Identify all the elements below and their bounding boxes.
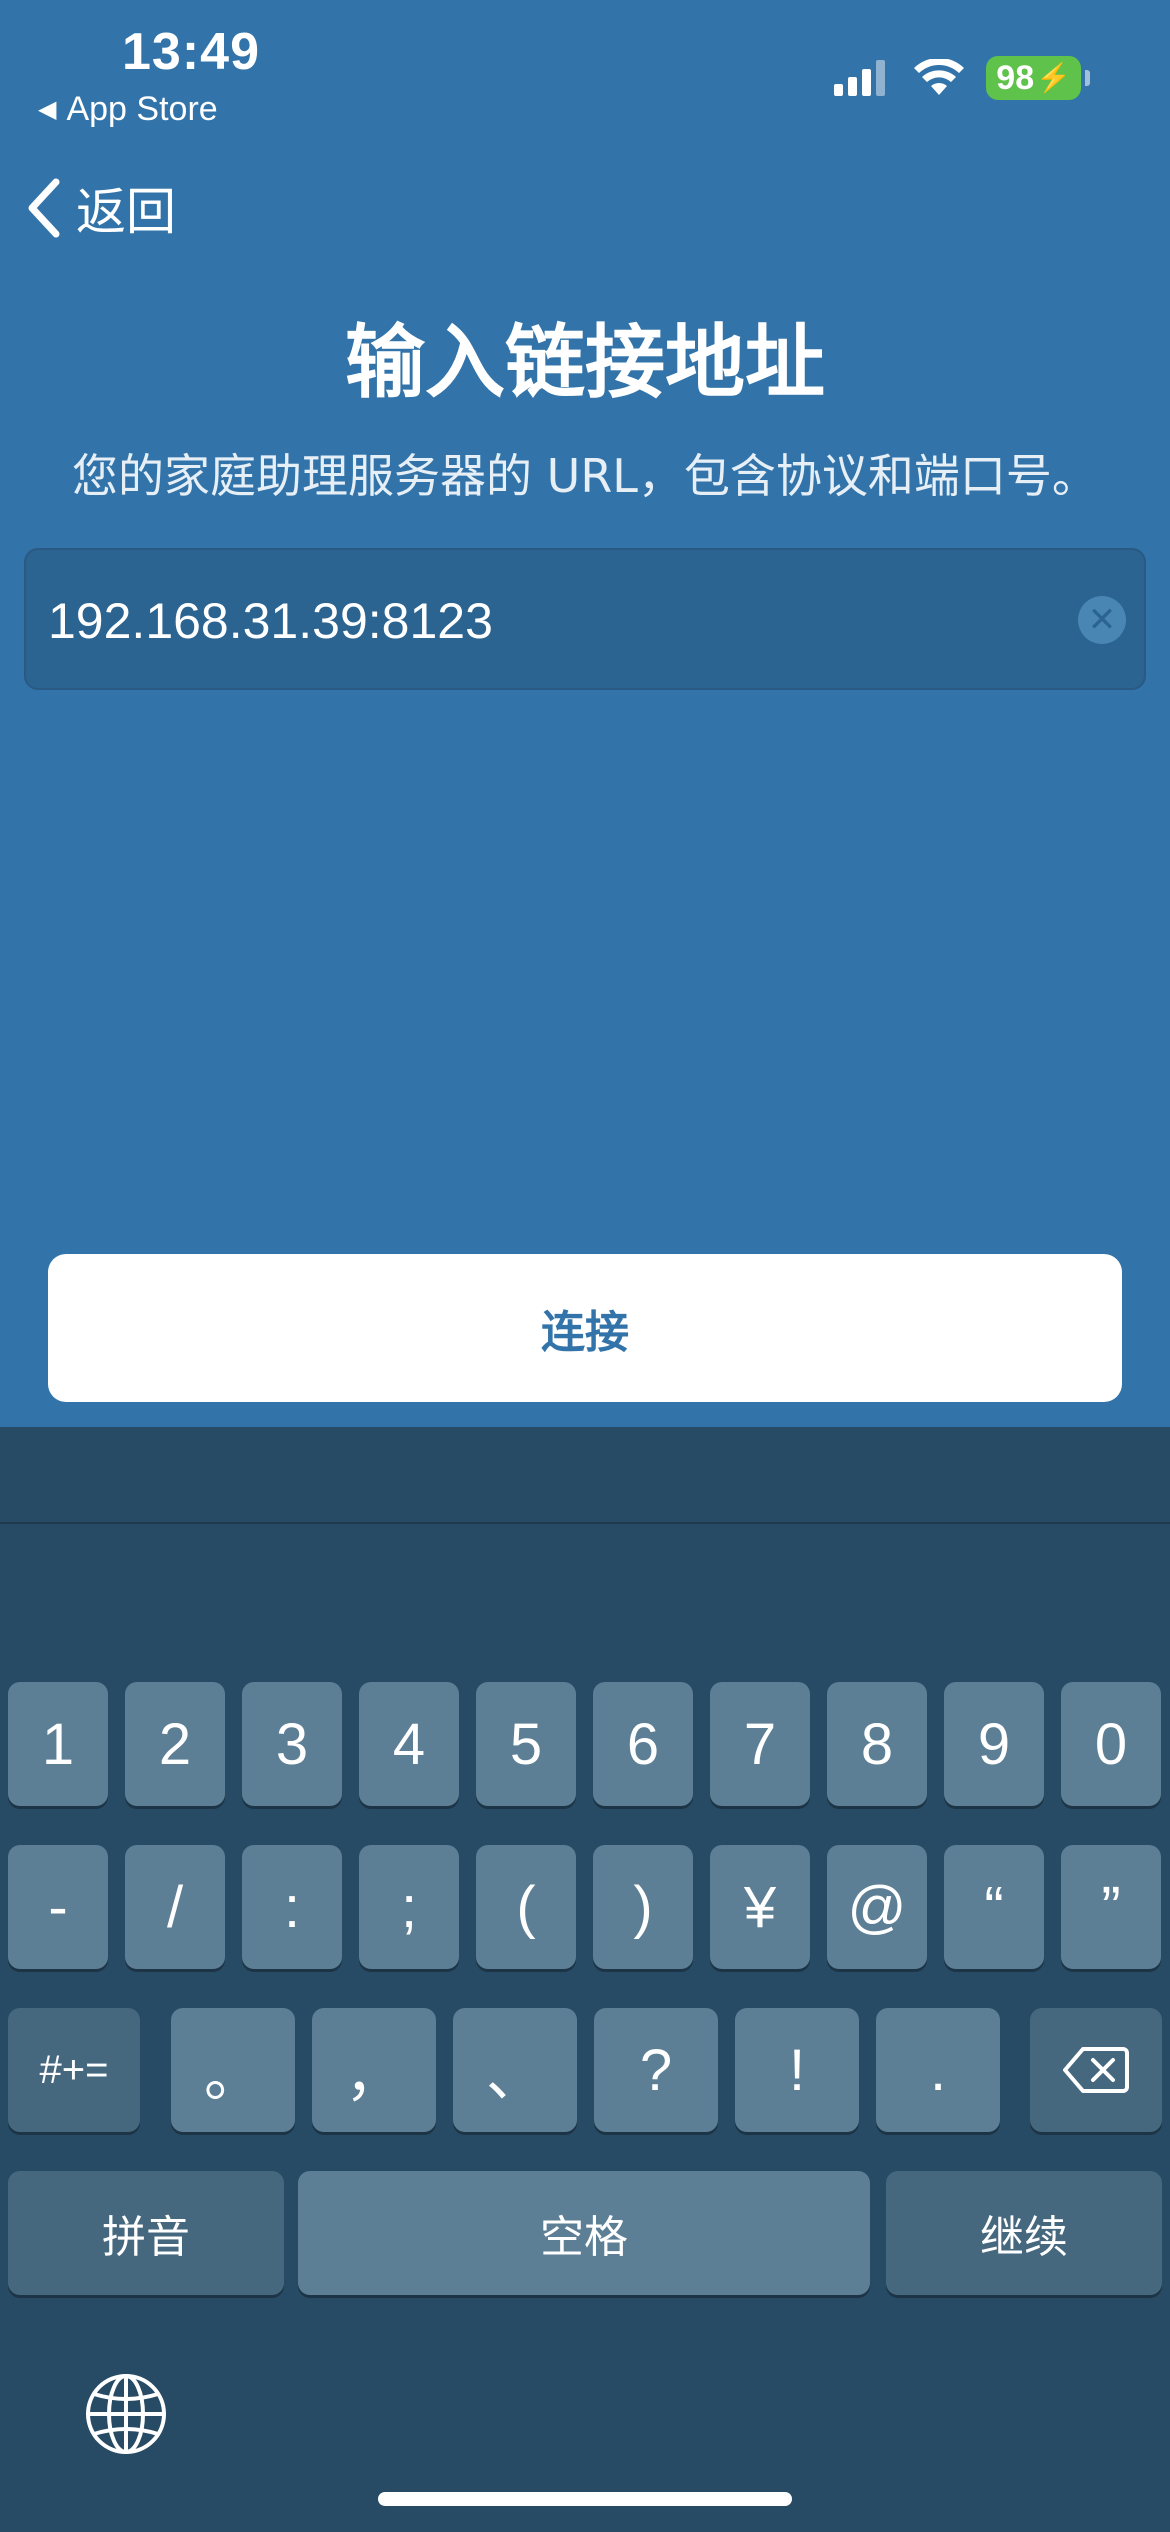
key-4[interactable]: 4	[359, 1682, 459, 1806]
battery-level: 98 ⚡	[986, 56, 1081, 100]
key-close-quote[interactable]: ”	[1061, 1845, 1161, 1969]
key-label: 2	[158, 1711, 192, 1777]
keyboard-divider	[0, 1522, 1170, 1524]
key-label: -	[48, 1874, 68, 1940]
close-icon: ✕	[1087, 600, 1117, 640]
app-screen: 13:49 ◀ App Store 98 ⚡ 返回 输入链接地址 您的家庭助理服…	[0, 0, 1170, 1427]
key-2[interactable]: 2	[125, 1682, 225, 1806]
charging-bolt-icon: ⚡	[1036, 62, 1071, 93]
key-semicolon[interactable]: ;	[359, 1845, 459, 1969]
status-indicators: 98 ⚡	[834, 56, 1090, 100]
key-label: ¥	[743, 1874, 777, 1940]
key-0[interactable]: 0	[1061, 1682, 1161, 1806]
key-label: 空格	[540, 2213, 628, 2262]
delete-key[interactable]	[1030, 2008, 1162, 2132]
key-at[interactable]: @	[827, 1845, 927, 1969]
url-input-value: 192.168.31.39:8123	[48, 593, 493, 649]
status-time: 13:49	[122, 23, 260, 81]
globe-icon[interactable]	[84, 2372, 168, 2456]
key-label: 拼音	[102, 2213, 190, 2262]
continue-key[interactable]: 继续	[886, 2171, 1162, 2295]
connect-button[interactable]: 连接	[48, 1254, 1122, 1402]
key-period-cjk[interactable]: 。	[171, 2008, 295, 2132]
key-open-paren[interactable]: (	[476, 1845, 576, 1969]
key-label: #+=	[39, 2047, 109, 2092]
key-hyphen[interactable]: -	[8, 1845, 108, 1969]
status-back-to-app[interactable]: ◀ App Store	[38, 90, 218, 129]
key-period[interactable]: .	[876, 2008, 1000, 2132]
page-subtitle: 您的家庭助理服务器的 URL，包含协议和端口号。	[72, 449, 1098, 503]
key-6[interactable]: 6	[593, 1682, 693, 1806]
key-label: 9	[977, 1711, 1011, 1777]
key-open-quote[interactable]: “	[944, 1845, 1044, 1969]
key-label: :	[283, 1874, 301, 1940]
key-label: (	[516, 1874, 536, 1940]
key-1[interactable]: 1	[8, 1682, 108, 1806]
key-label: .	[929, 2037, 947, 2103]
back-app-label: App Store	[66, 90, 218, 128]
key-7[interactable]: 7	[710, 1682, 810, 1806]
key-label: 4	[392, 1711, 426, 1777]
key-yen[interactable]: ¥	[710, 1845, 810, 1969]
key-enumeration-comma[interactable]: 、	[453, 2008, 577, 2132]
key-label: @	[847, 1874, 907, 1940]
keyboard: 1 2 3 4 5 6 7 8 9 0 - / : ; ( ) ¥ @ “ ” …	[0, 1427, 1170, 2532]
page-title: 输入链接地址	[345, 316, 825, 409]
key-5[interactable]: 5	[476, 1682, 576, 1806]
cellular-signal-icon	[834, 60, 886, 96]
key-label: 1	[41, 1711, 75, 1777]
key-label: ?	[639, 2037, 673, 2103]
key-label: 继续	[980, 2213, 1068, 2262]
key-label: ，	[344, 2043, 403, 2108]
key-more-symbols[interactable]: #+=	[8, 2008, 140, 2132]
key-label: 0	[1094, 1711, 1128, 1777]
key-8[interactable]: 8	[827, 1682, 927, 1806]
back-button[interactable]: 返回	[26, 172, 176, 244]
key-exclamation[interactable]: !	[735, 2008, 859, 2132]
battery-nub	[1085, 70, 1090, 86]
chevron-left-icon	[28, 178, 60, 238]
key-label: /	[166, 1874, 184, 1940]
wifi-icon	[914, 59, 965, 95]
key-label: 5	[509, 1711, 543, 1777]
key-label: 8	[860, 1711, 894, 1777]
key-label: 3	[275, 1711, 309, 1777]
key-close-paren[interactable]: )	[593, 1845, 693, 1969]
url-input[interactable]: 192.168.31.39:8123 ✕	[24, 548, 1146, 690]
key-label: !	[788, 2037, 806, 2103]
key-label: 。	[203, 2043, 262, 2108]
key-label: 6	[626, 1711, 660, 1777]
key-slash[interactable]: /	[125, 1845, 225, 1969]
key-label: “	[984, 1874, 1004, 1940]
key-9[interactable]: 9	[944, 1682, 1044, 1806]
back-label: 返回	[76, 183, 176, 241]
key-label: ;	[400, 1874, 418, 1940]
key-label: 、	[485, 2043, 544, 2108]
key-3[interactable]: 3	[242, 1682, 342, 1806]
home-indicator[interactable]	[378, 2492, 792, 2506]
key-comma-cjk[interactable]: ，	[312, 2008, 436, 2132]
key-pinyin[interactable]: 拼音	[8, 2171, 284, 2295]
back-triangle-icon: ◀	[38, 96, 57, 123]
key-label: )	[633, 1874, 653, 1940]
battery-indicator: 98 ⚡	[986, 56, 1090, 100]
key-question[interactable]: ?	[594, 2008, 718, 2132]
space-key[interactable]: 空格	[298, 2171, 870, 2295]
key-label: 7	[743, 1711, 777, 1777]
battery-percent: 98	[996, 59, 1035, 97]
key-label: ”	[1101, 1874, 1121, 1940]
key-colon[interactable]: :	[242, 1845, 342, 1969]
clear-input-button[interactable]: ✕	[1078, 596, 1126, 644]
backspace-icon	[1063, 2047, 1129, 2093]
